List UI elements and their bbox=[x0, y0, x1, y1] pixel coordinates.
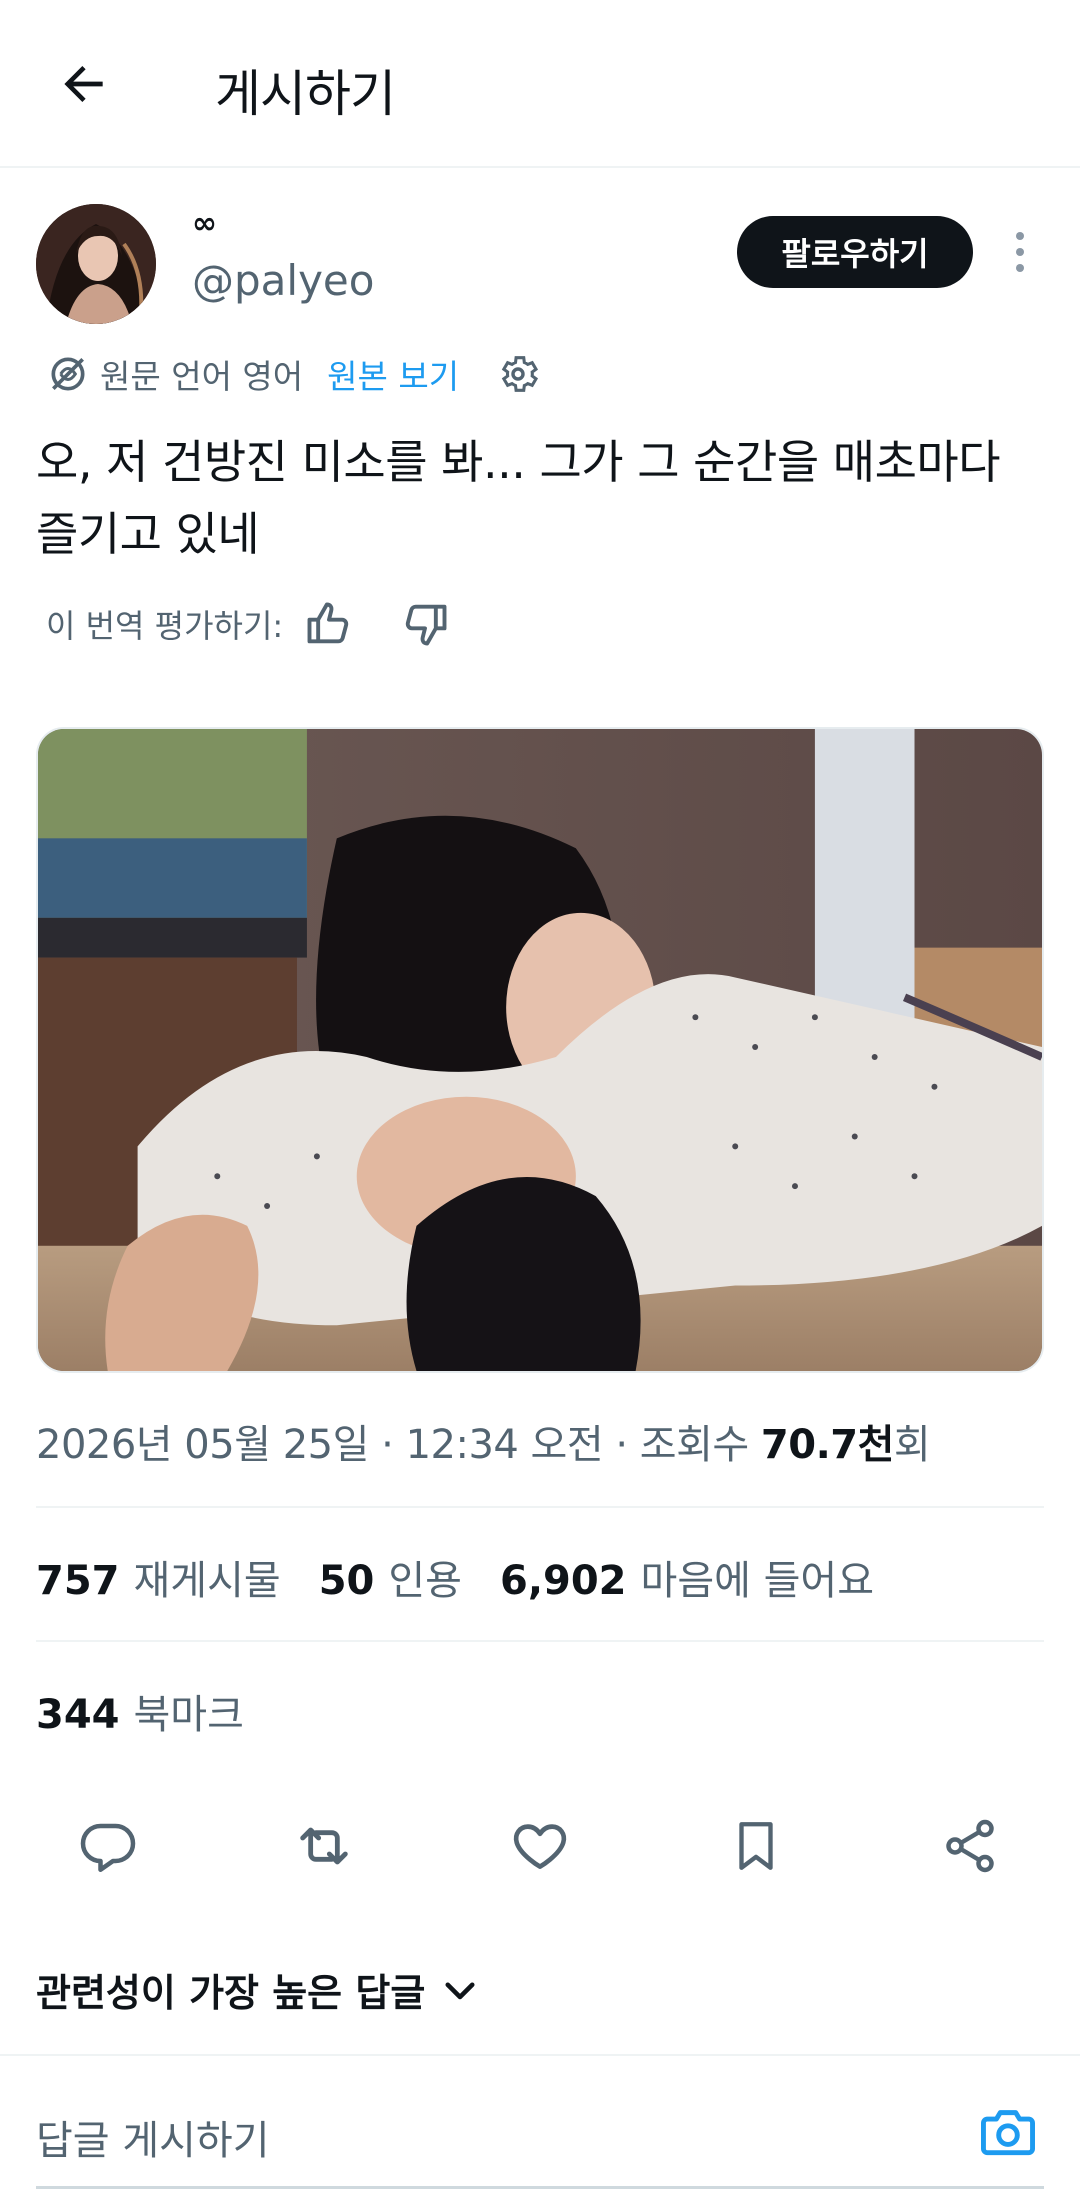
post-detail-screen: 게시하기 ∞ @palyeo 팔로우하기 원문 언어 영어 원본 보기 오, 저… bbox=[0, 0, 1080, 2204]
repost-button[interactable] bbox=[286, 1808, 362, 1884]
likes-count[interactable]: 6,902 bbox=[500, 1558, 627, 1604]
camera-button[interactable] bbox=[976, 2100, 1040, 2164]
likes-label[interactable]: 마음에 들어요 bbox=[641, 1548, 875, 1606]
reply-sort-dropdown[interactable]: 관련성이 가장 높은 답글 bbox=[36, 1962, 481, 2017]
tweet-timestamp-views: 2026년 05월 25일 · 12:34 오전 · 조회수 70.7천회 bbox=[36, 1412, 931, 1470]
arrow-left-icon bbox=[64, 66, 103, 102]
reply-button[interactable] bbox=[70, 1808, 146, 1884]
avatar-image bbox=[36, 204, 156, 324]
page-title: 게시하기 bbox=[215, 65, 396, 123]
reply-icon bbox=[80, 1823, 136, 1872]
media-photo bbox=[38, 729, 1042, 1371]
input-underline bbox=[36, 2186, 1044, 2189]
bookmarks-label[interactable]: 북마크 bbox=[134, 1682, 244, 1740]
share-icon bbox=[946, 1819, 994, 1873]
share-button[interactable] bbox=[932, 1808, 1008, 1884]
bookmark-button[interactable] bbox=[718, 1808, 794, 1884]
top-bar: 게시하기 bbox=[0, 0, 1080, 168]
bookmarks-count[interactable]: 344 bbox=[36, 1692, 120, 1738]
gear-icon[interactable] bbox=[495, 351, 541, 397]
engagement-stats: 757 재게시물 50 인용 6,902 마음에 들어요 bbox=[36, 1548, 912, 1606]
avatar[interactable] bbox=[36, 204, 156, 324]
rate-translation-label: 이 번역 평가하기: bbox=[46, 607, 284, 645]
thumbs-up-icon[interactable] bbox=[303, 598, 355, 650]
timestamp: 2026년 05월 25일 · 12:34 오전 · 조회수 bbox=[36, 1422, 761, 1468]
quotes-label[interactable]: 인용 bbox=[388, 1548, 462, 1606]
reposts-count[interactable]: 757 bbox=[36, 1558, 120, 1604]
divider bbox=[36, 1640, 1044, 1642]
chevron-down-icon bbox=[445, 1981, 475, 1999]
quotes-count[interactable]: 50 bbox=[319, 1558, 375, 1604]
reposts-label[interactable]: 재게시물 bbox=[134, 1548, 281, 1606]
translation-info: 원문 언어 영어 원본 보기 bbox=[46, 344, 541, 404]
more-vertical-icon bbox=[1016, 232, 1024, 272]
reply-sort-label: 관련성이 가장 높은 답글 bbox=[36, 1971, 426, 2015]
rate-translation: 이 번역 평가하기: bbox=[46, 594, 451, 654]
tweet-media-image[interactable] bbox=[36, 727, 1044, 1373]
user-handle[interactable]: @palyeo bbox=[192, 256, 374, 305]
heart-icon bbox=[513, 1824, 567, 1869]
reply-input[interactable]: 답글 게시하기 bbox=[36, 2108, 270, 2166]
camera-icon bbox=[981, 2110, 1035, 2156]
like-button[interactable] bbox=[502, 1808, 578, 1884]
display-name[interactable]: ∞ bbox=[192, 206, 217, 241]
tweet-text: 오, 저 건방진 미소를 봐... 그가 그 순간을 매초마다 즐기고 있네 bbox=[36, 435, 1001, 561]
follow-button[interactable]: 팔로우하기 bbox=[737, 216, 973, 288]
more-options-button[interactable] bbox=[1000, 226, 1040, 278]
source-language-label: 원문 언어 영어 bbox=[100, 357, 304, 396]
bookmark-stats: 344 북마크 bbox=[36, 1682, 282, 1740]
view-count-suffix: 회 bbox=[893, 1422, 931, 1468]
divider bbox=[36, 1506, 1044, 1508]
view-count: 70.7천 bbox=[760, 1422, 895, 1468]
reply-composer: 답글 게시하기 bbox=[0, 2054, 1080, 2204]
repost-icon bbox=[300, 1827, 348, 1865]
thumbs-down-icon[interactable] bbox=[399, 598, 451, 650]
back-button[interactable] bbox=[44, 44, 124, 124]
bookmark-icon bbox=[739, 1822, 773, 1870]
translate-globe-icon bbox=[51, 357, 85, 391]
show-original-link[interactable]: 원본 보기 bbox=[327, 350, 459, 398]
action-bar bbox=[0, 1808, 1080, 1884]
